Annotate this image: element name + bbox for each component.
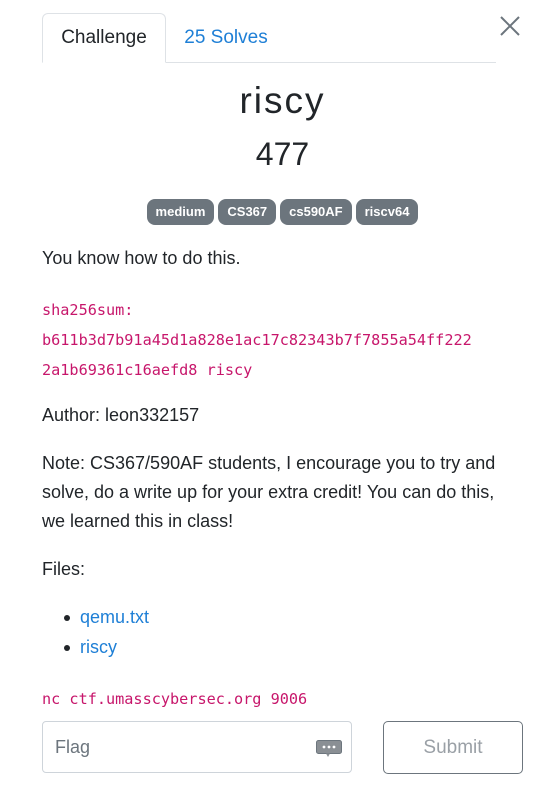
flag-field-wrapper (42, 721, 352, 773)
password-key-icon (316, 740, 342, 757)
tag-badge: CS367 (218, 199, 277, 225)
challenge-note: Note: CS367/590AF students, I encourage … (42, 453, 496, 531)
close-icon (500, 16, 520, 36)
connection-command: nc ctf.umasscybersec.org 9006 (42, 690, 308, 708)
files-heading: Files: (42, 559, 86, 579)
challenge-title: riscy (239, 80, 326, 121)
tag-badge: cs590AF (280, 199, 352, 225)
list-item: riscy (42, 632, 149, 662)
flag-input[interactable] (43, 722, 351, 772)
tag-badge: medium (146, 199, 215, 225)
hash-line: 2a1b69361c16aefd8 riscy (42, 361, 253, 379)
file-list: qemu.txt riscy (42, 602, 149, 662)
hash-line: sha256sum: (42, 301, 134, 319)
submit-button[interactable]: Submit (383, 721, 523, 774)
tag-list: medium CS367 cs590AF riscv64 (0, 199, 555, 225)
close-button[interactable] (494, 10, 526, 42)
challenge-modal: Challenge 25 Solves riscy 477 medium CS3… (0, 0, 555, 787)
challenge-author: Author: leon332157 (42, 405, 200, 425)
challenge-points: 477 (255, 136, 310, 172)
tab-solves[interactable]: 25 Solves (166, 13, 286, 62)
hash-line: b611b3d7b91a45d1a828e1ac17c82343b7f7855a… (42, 331, 472, 349)
challenge-tabs: Challenge 25 Solves (42, 12, 496, 63)
challenge-description: You know how to do this. (42, 248, 241, 268)
list-item: qemu.txt (42, 602, 149, 632)
file-link-qemu[interactable]: qemu.txt (80, 607, 149, 627)
tab-challenge[interactable]: Challenge (42, 13, 166, 63)
tag-badge: riscv64 (355, 199, 419, 225)
file-link-riscy[interactable]: riscy (80, 637, 117, 657)
